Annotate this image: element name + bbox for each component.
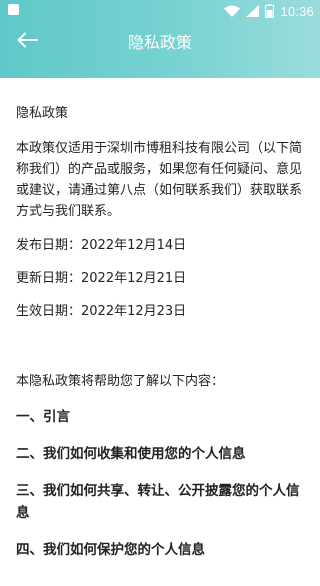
arrow-left-icon bbox=[16, 32, 38, 52]
date-label: 更新日期： bbox=[16, 271, 82, 286]
date-label: 生效日期： bbox=[16, 304, 82, 319]
signal-icon bbox=[246, 5, 260, 17]
date-value: 2022年12月14日 bbox=[81, 238, 187, 253]
status-bar: 10:36 bbox=[0, 0, 320, 24]
wifi-icon bbox=[224, 5, 241, 17]
section-title-collect: 二、我们如何收集和使用您的个人信息 bbox=[16, 446, 246, 462]
update-date: 更新日期：2022年12月21日 bbox=[16, 269, 306, 289]
date-label: 发布日期： bbox=[16, 238, 82, 253]
document-heading: 隐私政策 bbox=[16, 106, 69, 121]
status-time: 10:36 bbox=[280, 3, 314, 19]
effective-date: 生效日期：2022年12月23日 bbox=[16, 302, 306, 322]
publish-date: 发布日期：2022年12月14日 bbox=[16, 236, 306, 256]
app-icon bbox=[8, 4, 19, 15]
battery-icon bbox=[265, 4, 275, 18]
back-button[interactable] bbox=[14, 30, 40, 54]
date-value: 2022年12月23日 bbox=[81, 304, 187, 319]
toc-intro: 本隐私政策将帮助您了解以下内容： bbox=[16, 374, 225, 389]
app-header: 10:36 隐私政策 bbox=[0, 0, 320, 78]
page-title: 隐私政策 bbox=[127, 33, 192, 52]
section-title-share: 三、我们如何共享、转让、公开披露您的个人信息 bbox=[16, 483, 300, 521]
date-value: 2022年12月21日 bbox=[81, 271, 187, 286]
section-title-protect: 四、我们如何保护您的个人信息 bbox=[16, 542, 205, 558]
section-title-intro: 一、引言 bbox=[16, 409, 70, 425]
policy-content: 隐私政策 本政策仅适用于深圳市博租科技有限公司（以下简称我们）的产品或服务，如果… bbox=[16, 104, 306, 576]
status-icons: 10:36 bbox=[224, 2, 314, 20]
intro-paragraph: 本政策仅适用于深圳市博租科技有限公司（以下简称我们）的产品或服务，如果您有任何疑… bbox=[16, 141, 303, 219]
